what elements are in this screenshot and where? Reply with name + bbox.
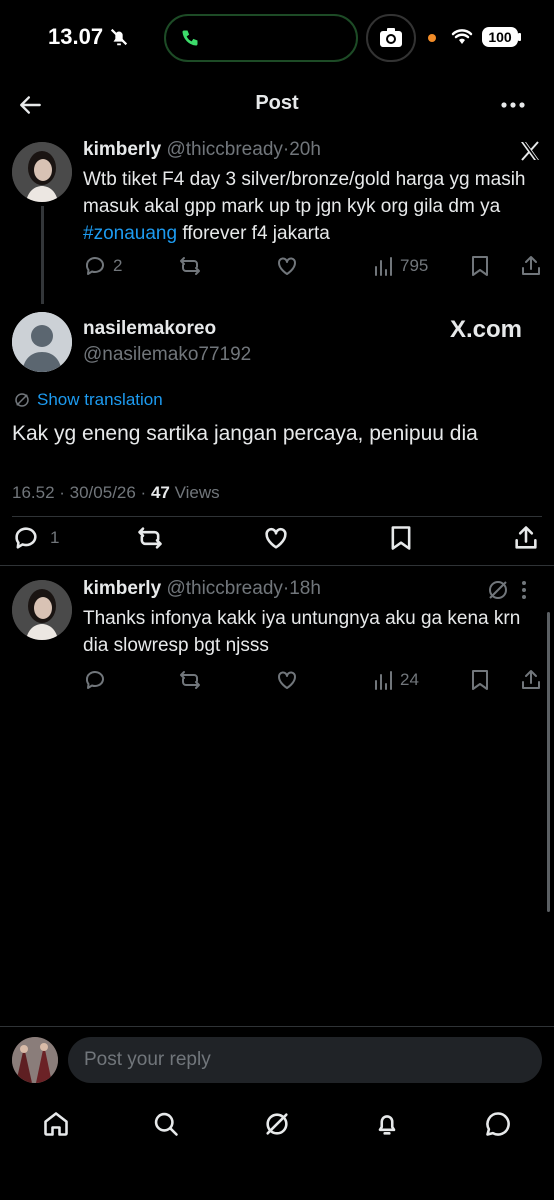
- divider: [12, 516, 542, 517]
- battery-indicator: 100: [482, 27, 518, 47]
- handle[interactable]: @nasilemako77192: [83, 344, 251, 366]
- privacy-dot: [428, 34, 436, 42]
- tweet-actions: 2 795: [83, 254, 545, 280]
- avatar[interactable]: [12, 580, 72, 640]
- like-button[interactable]: [275, 254, 299, 278]
- divider: [0, 1026, 554, 1027]
- share-icon: [515, 526, 537, 549]
- like-button[interactable]: [275, 668, 299, 692]
- bookmark-button[interactable]: [469, 668, 491, 692]
- share-icon: [522, 256, 540, 275]
- battery-tip: [518, 33, 521, 41]
- heart-icon: [278, 257, 296, 275]
- camera-icon: [379, 27, 403, 49]
- display-name[interactable]: kimberly: [83, 578, 161, 599]
- share-button[interactable]: [512, 524, 540, 552]
- bookmark-icon: [472, 256, 488, 276]
- thread-line: [41, 206, 44, 304]
- views-label: Views: [174, 483, 220, 502]
- grok-icon[interactable]: [486, 578, 510, 602]
- tweet-actions: 24: [83, 668, 545, 694]
- bookmark-button[interactable]: [388, 524, 414, 552]
- reply-icon: [15, 527, 37, 549]
- timestamp: 20h: [289, 139, 321, 160]
- phone-icon: [180, 28, 200, 48]
- mute-bell-icon: [108, 26, 130, 48]
- more-options-icon[interactable]: [499, 92, 527, 118]
- scrollbar[interactable]: [547, 612, 550, 912]
- bookmark-icon: [472, 670, 488, 690]
- bookmark-button[interactable]: [469, 254, 491, 278]
- messages-icon[interactable]: [484, 1110, 512, 1138]
- divider: [0, 565, 554, 566]
- reply-count: 2: [113, 256, 123, 275]
- notifications-icon[interactable]: [373, 1110, 401, 1138]
- repost-icon: [138, 527, 162, 549]
- share-icon: [522, 670, 540, 689]
- status-time: 13.07: [48, 24, 104, 49]
- views-chart-icon: [375, 257, 392, 276]
- reply-button[interactable]: 1: [12, 524, 59, 552]
- translate-icon: [15, 393, 29, 407]
- views-chart-icon: [375, 671, 392, 690]
- x-logo-icon: [518, 139, 542, 163]
- tweet-author-line: kimberly @thiccbready·18h: [83, 578, 321, 600]
- display-name[interactable]: kimberly: [83, 139, 161, 160]
- home-icon[interactable]: [42, 1110, 70, 1138]
- handle[interactable]: @thiccbready: [166, 578, 282, 599]
- timestamp: 18h: [289, 578, 321, 599]
- show-translation-link[interactable]: Show translation: [13, 390, 163, 410]
- tweet-text-part: fforever f4 jakarta: [177, 223, 330, 244]
- repost-icon: [180, 257, 200, 275]
- wifi-icon: [450, 26, 474, 46]
- bookmark-icon: [391, 526, 411, 550]
- reply-icon: [85, 257, 104, 275]
- like-button[interactable]: [262, 524, 290, 552]
- views-count: 795: [400, 256, 429, 275]
- display-name[interactable]: nasilemakoreo: [83, 318, 216, 340]
- grok-icon[interactable]: [263, 1110, 291, 1138]
- share-button[interactable]: [519, 668, 543, 692]
- camera-indicator: [366, 14, 416, 62]
- reply-button[interactable]: 2: [83, 254, 122, 278]
- repost-button[interactable]: [136, 524, 164, 552]
- tweet-text: Thanks infonya kakk iya untungnya aku ga…: [83, 608, 521, 656]
- avatar[interactable]: [12, 1037, 58, 1083]
- reply-count: 1: [50, 528, 60, 547]
- repost-button[interactable]: [178, 668, 202, 692]
- bottom-nav: [0, 1100, 554, 1150]
- tweet-text: Kak yg eneng sartika jangan percaya, pen…: [12, 422, 478, 445]
- tweet-datetime: 16.52 · 30/05/26 ·: [12, 483, 147, 502]
- heart-icon: [278, 671, 296, 689]
- share-button[interactable]: [519, 254, 543, 278]
- views-count: 47: [150, 483, 170, 502]
- watermark-label: X.com: [450, 316, 523, 343]
- tweet-text-part: Wtb tiket F4 day 3 silver/bronze/gold ha…: [83, 169, 526, 217]
- views-button[interactable]: 795: [373, 254, 428, 278]
- more-options-icon[interactable]: [518, 578, 530, 602]
- page-title: Post: [255, 92, 299, 114]
- avatar[interactable]: [12, 312, 72, 372]
- tweet-meta: 16.52 · 30/05/26 · 47 Views: [12, 483, 220, 503]
- handle[interactable]: @thiccbready: [166, 139, 282, 160]
- reply-button[interactable]: [83, 668, 107, 692]
- call-indicator[interactable]: [164, 14, 358, 62]
- tweet-text: Wtb tiket F4 day 3 silver/bronze/gold ha…: [83, 166, 543, 247]
- repost-button[interactable]: [178, 254, 202, 278]
- search-icon[interactable]: [152, 1110, 180, 1138]
- hashtag-link[interactable]: #zonauang: [83, 223, 177, 244]
- repost-icon: [180, 671, 200, 689]
- reply-input[interactable]: Post your reply: [68, 1037, 542, 1083]
- avatar[interactable]: [12, 142, 72, 202]
- show-translation-label: Show translation: [37, 390, 163, 409]
- heart-icon: [265, 527, 287, 549]
- tweet-actions: 1: [12, 524, 542, 552]
- tweet-author-line: kimberly @thiccbready·20h: [83, 139, 321, 161]
- reply-icon: [85, 671, 104, 689]
- views-button[interactable]: 24: [373, 668, 419, 692]
- views-count: 24: [400, 670, 419, 689]
